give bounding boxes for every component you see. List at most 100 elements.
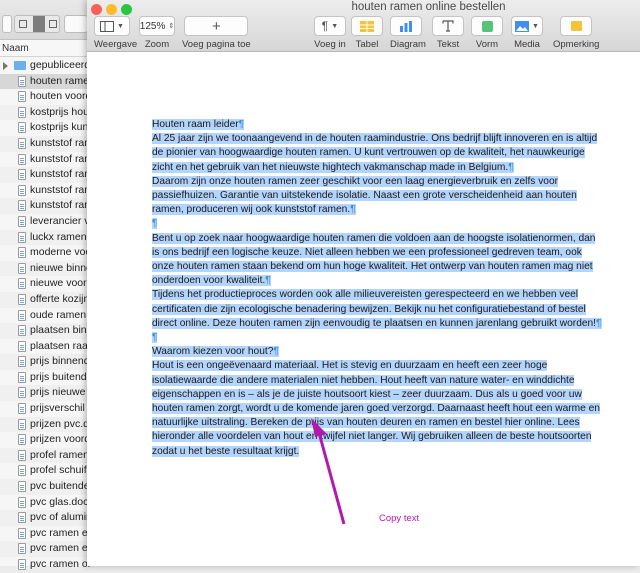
view-button[interactable]: ▼ [94,16,130,36]
finder-row-label: pvc of alumin [30,511,90,524]
media-button[interactable]: ▼ [511,16,543,36]
zoom-label: Zoom [144,39,170,50]
toolbar-table[interactable]: Tabel [351,16,383,50]
zoom-select[interactable]: 125% ⇕ [139,16,175,36]
finder-row[interactable]: nieuwe voord [0,276,90,292]
finder-row[interactable]: prijsverschil [0,401,90,417]
comment-icon [570,21,582,31]
finder-row[interactable]: oude ramen v [0,308,90,324]
chart-label: Diagram [390,39,426,50]
document-icon [18,184,26,196]
window-titlebar: houten ramen online bestellen ▼ Weergave… [87,0,640,52]
column-header-name[interactable]: Naam [2,43,29,54]
icon-view-icon[interactable] [19,20,27,28]
table-button[interactable] [351,16,383,36]
finder-row-label: nieuwe binne [30,261,90,274]
window-title: houten ramen online bestellen [351,1,506,13]
finder-row[interactable]: offerte kozijn [0,291,90,308]
document-canvas[interactable]: Houten raam leider¶ Al 25 jaar zijn we to… [87,53,640,566]
finder-row[interactable]: prijs binnend [0,354,90,370]
finder-column-header[interactable]: Naam [0,40,89,57]
add-page-button[interactable]: + [184,16,249,36]
document-icon [18,137,26,149]
toolbar-view[interactable]: ▼ Weergave [94,16,137,50]
finder-row[interactable]: kostprijs kuns [0,120,90,136]
finder-row-label: pvc ramen en [30,526,90,539]
toolbar-insert[interactable]: ¶ ▼ Voeg in [314,16,346,50]
finder-row-label: moderne voo [30,246,90,259]
finder-row[interactable]: prijs nieuwe r [0,385,90,402]
finder-row[interactable]: kunststof ram [0,198,90,214]
toolbar-shape[interactable]: Vorm [471,16,503,50]
finder-row-label: plaatsen raam [30,339,90,352]
finder-row[interactable]: kostprijs hou [0,104,90,121]
finder-row[interactable]: moderne voo [0,245,90,261]
document-icon [18,247,26,259]
annotation-arrow-icon [311,418,346,525]
finder-row[interactable]: houten ramen [0,73,90,90]
toolbar-comment[interactable]: Opmerking [553,16,599,50]
toolbar-add-page[interactable]: + Voeg pagina toe [182,16,251,50]
finder-row[interactable]: luckx ramen [0,229,90,246]
finder-view-icon-button[interactable] [2,15,12,33]
document-icon [18,387,26,399]
document-icon [18,122,26,134]
toolbar-zoom[interactable]: 125% ⇕ Zoom [139,16,175,50]
annotation-label: Copy text [379,513,420,524]
finder-row[interactable]: prijzen voord [0,432,90,448]
disclosure-triangle-icon[interactable] [3,62,8,70]
finder-row[interactable]: profel schuif [0,463,90,479]
finder-row[interactable]: nieuwe binne [0,260,90,277]
document-icon [18,527,26,539]
document-icon [18,543,26,555]
finder-row[interactable]: prijzen pvc.d [0,416,90,433]
finder-row[interactable]: plaatsen binn [0,323,90,339]
finder-gallery-button[interactable] [64,15,88,33]
finder-row-label: houten voord [30,90,90,103]
finder-row-label: pvc ramen en [30,542,90,555]
finder-row[interactable]: pvc of alumin [0,510,90,526]
image-icon [515,20,530,32]
document-icon [18,496,26,508]
toolbar-chart[interactable]: Diagram [390,16,426,50]
table-icon [360,20,374,32]
shape-button[interactable] [471,16,503,36]
chevron-down-icon: ▼ [117,22,124,30]
finder-row[interactable]: pvc ramen or [0,557,90,573]
finder-row[interactable]: kunststof ram [0,183,90,199]
comment-button[interactable] [560,16,593,36]
document-icon [18,278,26,290]
document-icon [18,559,26,570]
finder-row-label: prijzen pvc.d [30,417,89,430]
chevron-down-icon: ▼ [331,22,339,30]
document-icon [18,200,26,212]
zoom-value: 125% [139,20,166,32]
column-view-icon[interactable] [49,20,57,28]
toolbar-media[interactable]: ▼ Media [511,16,543,50]
finder-row[interactable]: kunststof ram [0,167,90,183]
finder-row[interactable]: pvc glas.docx [0,495,90,511]
chart-button[interactable] [390,16,422,36]
finder-row[interactable]: houten voord [0,89,90,105]
shape-label: Vorm [475,39,499,50]
text-button[interactable] [432,16,464,36]
shape-icon [481,20,493,32]
finder-row[interactable]: pvc ramen en [0,526,90,542]
finder-row[interactable]: kunststof ram [0,135,90,152]
finder-row[interactable]: pvc buitende [0,479,90,495]
document-icon [18,449,26,461]
finder-row[interactable]: gepubliceerd [0,58,90,74]
finder-view-mode-segment[interactable] [14,15,60,33]
list-view-icon[interactable] [33,16,45,32]
finder-row[interactable]: plaatsen raam [0,339,90,355]
finder-row[interactable]: pvc ramen en [0,541,90,557]
finder-row[interactable]: profel ramen [0,447,90,464]
finder-row-label: profel schuif [30,464,87,477]
finder-row[interactable]: kunststof ram [0,152,90,168]
finder-row[interactable]: prijs buitend [0,370,90,386]
toolbar-text[interactable]: Tekst [432,16,464,50]
insert-button[interactable]: ¶ ▼ [314,16,346,36]
finder-row[interactable]: leverancier v [0,214,90,230]
finder-row-label: houten ramen [30,74,90,87]
document-icon [18,169,26,181]
